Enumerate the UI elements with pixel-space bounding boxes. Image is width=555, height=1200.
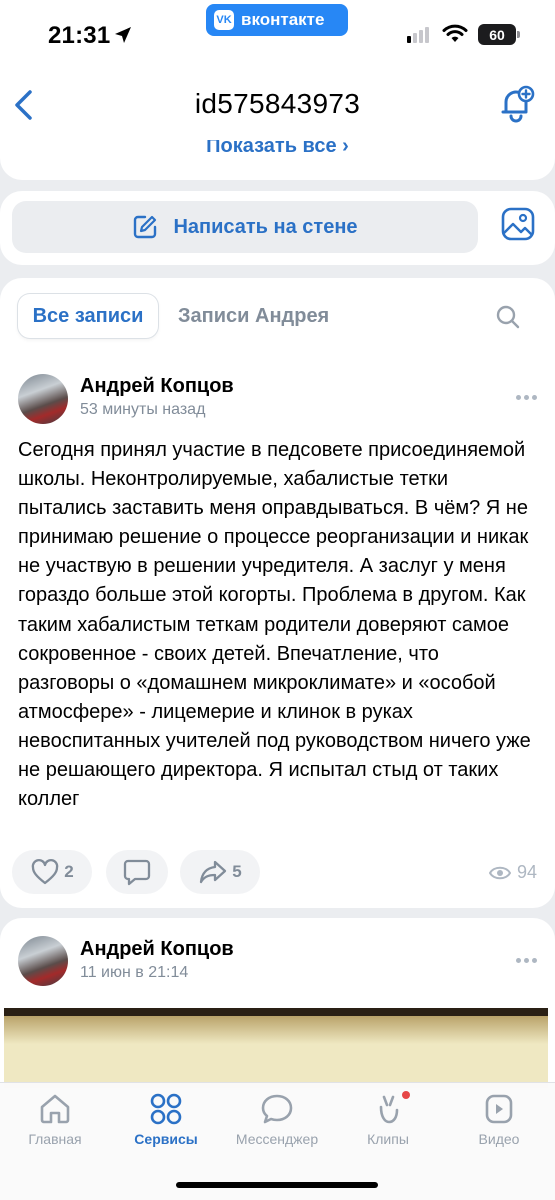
- app-return-pill[interactable]: VK вконтакте: [206, 4, 348, 36]
- location-arrow-icon: [115, 27, 131, 43]
- share-button[interactable]: 5: [180, 850, 260, 894]
- comment-icon: [123, 859, 151, 886]
- eye-icon: [488, 866, 511, 879]
- show-all-link[interactable]: Показать все ›: [0, 140, 555, 158]
- status-bar: 21:31 VK вконтакте 60: [0, 0, 555, 70]
- app-pill-label: вконтакте: [241, 10, 325, 29]
- comment-button[interactable]: [106, 850, 168, 894]
- tab-video[interactable]: Видео: [449, 1093, 549, 1147]
- avatar[interactable]: [18, 936, 68, 986]
- clips-icon: [379, 1095, 399, 1124]
- home-icon: [40, 1094, 70, 1124]
- profile-info-card: Показать все ›: [0, 140, 555, 180]
- cellular-signal-icon: [407, 27, 429, 43]
- tab-author-posts[interactable]: Записи Андрея: [178, 305, 329, 328]
- views-count: 94: [516, 862, 537, 882]
- tab-services[interactable]: Сервисы: [116, 1093, 216, 1147]
- vk-logo-icon: VK: [214, 10, 234, 30]
- heart-icon: [32, 859, 59, 885]
- post-author[interactable]: Андрей Копцов: [80, 938, 234, 961]
- tab-home-label: Главная: [28, 1131, 82, 1147]
- services-icon: [150, 1093, 182, 1125]
- subscribe-bell-icon[interactable]: [497, 84, 535, 124]
- write-on-wall-button[interactable]: Написать на стене: [12, 201, 478, 253]
- more-options-icon[interactable]: [516, 395, 537, 400]
- clock: 21:31: [48, 22, 111, 49]
- edit-pencil-icon: [134, 215, 157, 239]
- wifi-icon: [442, 24, 468, 42]
- tab-clips-label: Клипы: [367, 1131, 409, 1147]
- post-time[interactable]: 53 минуты назад: [80, 401, 205, 419]
- page-title: id575843973: [194, 88, 361, 119]
- tab-services-label: Сервисы: [134, 1131, 198, 1147]
- avatar[interactable]: [18, 374, 68, 424]
- notification-dot: [402, 1091, 410, 1099]
- post-text: Сегодня принял участие в педсовете присо…: [18, 439, 531, 811]
- wall-post-card: Андрей Копцов 11 июн в 21:14: [0, 918, 555, 1088]
- tab-messenger-label: Мессенджер: [235, 1131, 319, 1147]
- share-count: 5: [232, 862, 242, 881]
- post-time[interactable]: 11 июн в 21:14: [80, 964, 188, 982]
- like-button[interactable]: 2: [12, 850, 92, 894]
- post-image[interactable]: [4, 1008, 548, 1088]
- profile-header: id575843973: [0, 70, 555, 140]
- tab-clips[interactable]: Клипы: [338, 1093, 438, 1147]
- messenger-icon: [261, 1094, 293, 1124]
- battery-indicator: 60: [478, 24, 520, 45]
- tab-all-posts[interactable]: Все записи: [18, 294, 158, 338]
- home-indicator: [176, 1182, 378, 1188]
- views-counter: 94: [488, 862, 537, 883]
- show-all-label: Показать все: [206, 140, 337, 157]
- chevron-right-icon: ›: [342, 140, 349, 157]
- video-icon: [485, 1094, 513, 1124]
- like-count: 2: [64, 862, 74, 881]
- add-photo-icon[interactable]: [500, 206, 536, 242]
- search-icon[interactable]: [495, 304, 521, 330]
- post-author[interactable]: Андрей Копцов: [80, 375, 234, 398]
- write-on-wall-label: Написать на стене: [173, 215, 358, 238]
- share-arrow-icon: [200, 860, 227, 884]
- more-options-icon[interactable]: [516, 958, 537, 963]
- wall-actions-card: Написать на стене: [0, 191, 555, 265]
- tab-messenger[interactable]: Мессенджер: [227, 1093, 327, 1147]
- wall-posts-card: Все записи Записи Андрея Андрей Копцов 5…: [0, 278, 555, 908]
- tab-home[interactable]: Главная: [5, 1093, 105, 1147]
- tab-video-label: Видео: [478, 1131, 520, 1147]
